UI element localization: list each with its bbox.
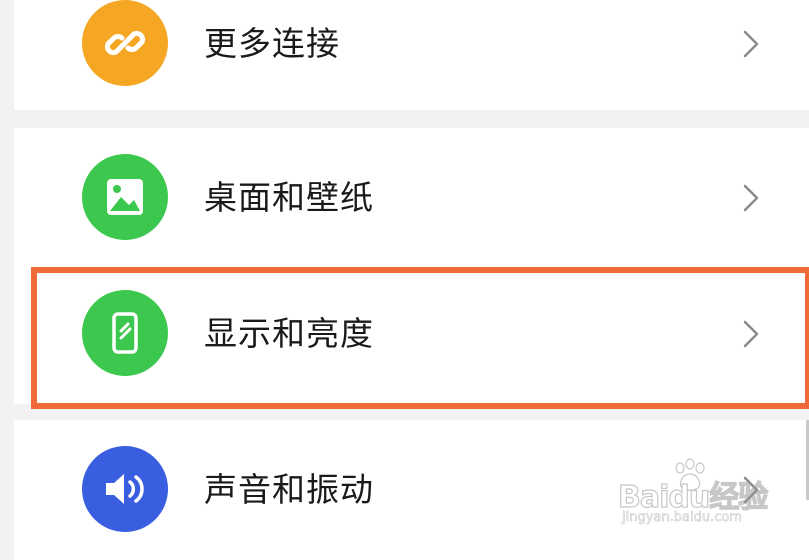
settings-group-display: 桌面和壁纸 显示和亮度	[14, 128, 809, 404]
chevron-right-icon	[743, 476, 759, 504]
settings-item-sound-vibration[interactable]: 声音和振动	[14, 422, 809, 558]
settings-group-sound: 声音和振动	[14, 420, 809, 560]
settings-item-label: 桌面和壁纸	[204, 178, 374, 217]
chevron-right-icon	[743, 320, 759, 348]
settings-item-desktop-wallpaper[interactable]: 桌面和壁纸	[14, 130, 809, 266]
image-icon	[82, 154, 168, 240]
settings-item-label: 更多连接	[204, 24, 340, 63]
settings-item-label: 声音和振动	[204, 470, 374, 509]
settings-item-display-brightness[interactable]: 显示和亮度	[14, 266, 809, 402]
settings-group-connections: 更多连接	[14, 0, 809, 110]
phone-brightness-icon	[82, 290, 168, 376]
speaker-icon	[82, 446, 168, 532]
link-icon	[82, 0, 168, 86]
chevron-right-icon	[743, 30, 759, 58]
settings-item-more-connections[interactable]: 更多连接	[14, 0, 809, 112]
chevron-right-icon	[743, 184, 759, 212]
settings-item-label: 显示和亮度	[204, 314, 374, 353]
